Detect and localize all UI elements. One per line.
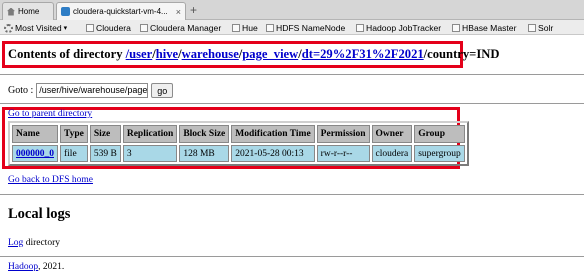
- tab-label: Home: [18, 7, 40, 16]
- cell-size: 539 B: [89, 145, 121, 162]
- divider: [0, 256, 584, 257]
- bookmark-hue[interactable]: Hue: [232, 22, 258, 34]
- divider: [0, 103, 584, 104]
- bookmark-page-icon: [232, 24, 240, 32]
- column-header-type: Type: [60, 125, 88, 143]
- log-suffix: directory: [23, 238, 60, 248]
- close-tab-icon[interactable]: ×: [176, 7, 181, 17]
- bookmark-cloudera[interactable]: Cloudera: [86, 22, 131, 34]
- column-header-permission: Permission: [316, 125, 370, 143]
- divider: [0, 74, 584, 75]
- log-directory-line: Log directory: [8, 238, 60, 248]
- file-link[interactable]: 000000_0: [16, 149, 54, 159]
- column-header-replication: Replication: [122, 125, 178, 143]
- bookmarks-bar: Most Visited ▾ Cloudera Cloudera Manager…: [0, 20, 584, 35]
- new-tab-button[interactable]: +: [190, 3, 197, 17]
- bookmark-label: HDFS NameNode: [276, 23, 346, 33]
- bookmark-most-visited[interactable]: Most Visited ▾: [4, 22, 67, 34]
- cell-group: supergroup: [414, 145, 465, 162]
- bookmark-label: HBase Master: [462, 23, 517, 33]
- column-header-block-size: Block Size: [179, 125, 230, 143]
- bookmark-page-icon: [86, 24, 94, 32]
- log-link[interactable]: Log: [8, 238, 23, 248]
- page-content: Contents of directory /user/hive/warehou…: [0, 36, 584, 272]
- footer: Hadoop, 2021.: [8, 262, 64, 272]
- parent-directory-link[interactable]: Go to parent directory: [8, 109, 92, 119]
- path-link-dt[interactable]: dt=29%2F31%2F2021: [302, 47, 424, 61]
- cloudera-favicon-icon: [61, 7, 70, 16]
- bookmark-label: Cloudera: [96, 23, 131, 33]
- bookmark-label: Solr: [538, 23, 554, 33]
- goto-input[interactable]: /user/hive/warehouse/page_view: [36, 83, 149, 98]
- section-title: Local logs: [8, 206, 71, 222]
- dfs-home-link[interactable]: Go back to DFS home: [8, 175, 93, 185]
- chevron-down-icon: ▾: [63, 25, 68, 32]
- tab-strip: Home cloudera-quickstart-vm-4... × +: [0, 0, 584, 20]
- bookmark-solr[interactable]: Solr: [528, 22, 553, 34]
- bookmark-cloudera-manager[interactable]: Cloudera Manager: [140, 22, 221, 34]
- column-header-size: Size: [89, 125, 121, 143]
- heading-prefix: Contents of directory: [8, 47, 123, 61]
- directory-listing-table: Name Type Size Replication Block Size Mo…: [8, 121, 469, 166]
- bookmark-hdfs-namenode[interactable]: HDFS NameNode: [266, 22, 345, 34]
- column-header-name: Name: [12, 125, 58, 143]
- goto-label: Goto :: [8, 85, 34, 96]
- bookmark-label: Hadoop JobTracker: [366, 23, 442, 33]
- go-button[interactable]: go: [151, 83, 174, 98]
- bookmark-hbase-master[interactable]: HBase Master: [452, 22, 516, 34]
- path-link-user[interactable]: user: [129, 47, 152, 61]
- path-suffix: /country=IND: [423, 47, 500, 61]
- cell-replication: 3: [122, 145, 178, 162]
- bookmark-page-icon: [452, 24, 460, 32]
- cell-permission: rw-r--r--: [316, 145, 370, 162]
- divider: [0, 194, 584, 195]
- column-header-owner: Owner: [371, 125, 413, 143]
- tab-cloudera[interactable]: cloudera-quickstart-vm-4... ×: [56, 2, 186, 20]
- bookmark-label: Cloudera Manager: [150, 23, 222, 33]
- cell-type: file: [60, 145, 88, 162]
- gear-icon: [4, 23, 13, 33]
- page-title: Contents of directory /user/hive/warehou…: [8, 47, 499, 62]
- cell-owner: cloudera: [371, 145, 413, 162]
- table-header-row: Name Type Size Replication Block Size Mo…: [12, 125, 465, 143]
- home-icon: [7, 7, 15, 16]
- goto-form: Goto : /user/hive/warehouse/page_view go: [8, 83, 174, 98]
- table-row: 000000_0 file 539 B 3 128 MB 2021-05-28 …: [12, 145, 465, 162]
- path-link-warehouse[interactable]: warehouse: [182, 47, 239, 61]
- column-header-modification-time: Modification Time: [231, 125, 315, 143]
- bookmark-hadoop-jobtracker[interactable]: Hadoop JobTracker: [356, 22, 441, 34]
- path-link-page-view[interactable]: page_view: [242, 47, 298, 61]
- bookmark-page-icon: [528, 24, 536, 32]
- bookmark-page-icon: [266, 24, 274, 32]
- bookmark-page-icon: [356, 24, 364, 32]
- tab-label: cloudera-quickstart-vm-4...: [73, 7, 168, 16]
- footer-suffix: , 2021.: [38, 262, 65, 272]
- column-header-group: Group: [414, 125, 465, 143]
- cell-name: 000000_0: [12, 145, 58, 162]
- path-link-hive[interactable]: hive: [156, 47, 178, 61]
- cell-block-size: 128 MB: [179, 145, 230, 162]
- cell-modification-time: 2021-05-28 00:13: [231, 145, 315, 162]
- hadoop-link[interactable]: Hadoop: [8, 262, 38, 272]
- bookmark-label: Hue: [242, 23, 258, 33]
- bookmark-label: Most Visited: [15, 23, 62, 33]
- bookmark-page-icon: [140, 24, 148, 32]
- tab-home[interactable]: Home: [2, 2, 54, 20]
